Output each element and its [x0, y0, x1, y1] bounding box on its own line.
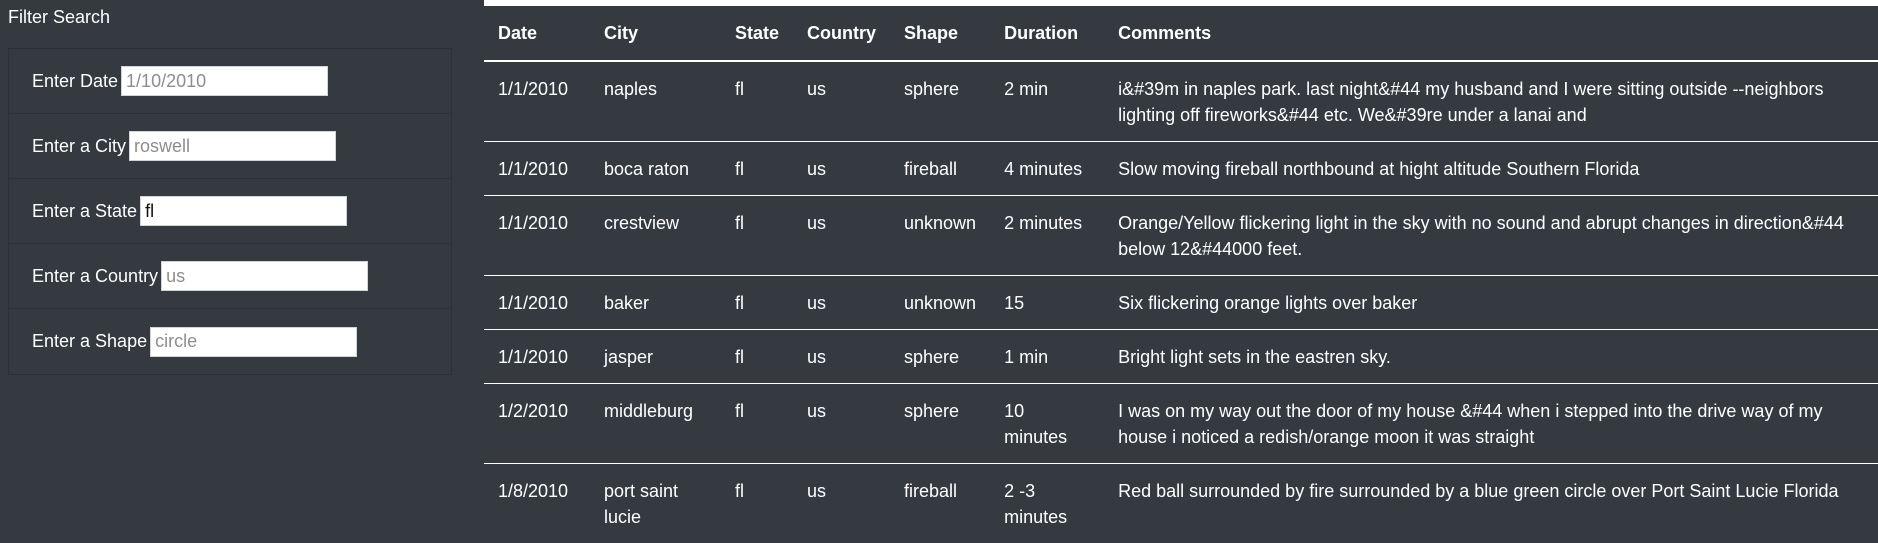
cell-state: fl: [721, 275, 794, 330]
cell-duration: 2 min: [1004, 79, 1049, 99]
cell-state: fl: [721, 329, 794, 384]
cell-comments: Slow moving fireball northbound at hight…: [1104, 141, 1878, 196]
cell-state: fl: [721, 463, 794, 543]
cell-shape: unknown: [890, 195, 991, 276]
filter-item-date: Enter Date: [9, 49, 451, 114]
cell-city: crestview: [590, 195, 721, 276]
cell-date: 1/1/2010: [498, 79, 569, 99]
filter-item-country: Enter a Country: [9, 244, 451, 309]
cell-shape: fireball: [890, 463, 991, 543]
cell-shape: sphere: [890, 329, 991, 384]
table-row: 1/1/2010 crestview fl us unknown 2 minut…: [484, 195, 1878, 276]
cell-shape: fireball: [890, 141, 991, 196]
cell-country: us: [793, 383, 891, 464]
filter-item-city: Enter a City: [9, 114, 451, 179]
header-date: Date: [484, 4, 590, 62]
ufo-sightings-table: Date City State Country Shape Duration C…: [484, 4, 1878, 543]
header-duration: Duration: [990, 4, 1105, 62]
cell-comments: i&#39m in naples park. last night&#44 my…: [1118, 79, 1824, 125]
cell-duration: 1 min: [990, 329, 1105, 384]
cell-shape: unknown: [890, 275, 991, 330]
results-panel: Date City State Country Shape Duration C…: [484, 0, 1878, 543]
table-row: 1/2/2010 middleburg fl us sphere 10 minu…: [484, 383, 1878, 464]
table-row: 1/1/2010 naples fl us sphere 2 min i&#39…: [484, 61, 1878, 142]
cell-duration: 4 minutes: [990, 141, 1105, 196]
country-filter-input[interactable]: [161, 261, 369, 291]
country-filter-label: Enter a Country: [32, 265, 159, 286]
cell-country: us: [807, 79, 827, 99]
cell-comments: Red ball surrounded by fire surrounded b…: [1104, 463, 1878, 543]
cell-duration: 15: [990, 275, 1105, 330]
cell-duration: 10 minutes: [990, 383, 1105, 464]
table-row: 1/1/2010 boca raton fl us fireball 4 min…: [484, 141, 1878, 196]
cell-comments: Orange/Yellow flickering light in the sk…: [1104, 195, 1878, 276]
cell-city: naples: [604, 79, 658, 99]
header-country: Country: [793, 4, 891, 62]
cell-date: 1/1/2010: [484, 195, 590, 276]
cell-city: baker: [590, 275, 721, 330]
cell-state: fl: [735, 79, 744, 99]
cell-state: fl: [721, 383, 794, 464]
table-header-row: Date City State Country Shape Duration C…: [484, 4, 1878, 62]
filter-search-title: Filter Search: [8, 7, 111, 27]
state-filter-label: Enter a State: [32, 200, 138, 221]
filter-list: Enter Date Enter a City Enter a State En…: [8, 48, 452, 375]
header-shape: Shape: [890, 4, 991, 62]
cell-city: middleburg: [590, 383, 721, 464]
cell-comments: I was on my way out the door of my house…: [1104, 383, 1878, 464]
cell-state: fl: [721, 195, 794, 276]
table-body: 1/1/2010 naples fl us sphere 2 min i&#39…: [484, 61, 1878, 543]
cell-date: 1/2/2010: [484, 383, 590, 464]
date-filter-label: Enter Date: [32, 70, 119, 91]
cell-country: us: [793, 275, 891, 330]
header-state: State: [721, 4, 794, 62]
cell-city: port saint lucie: [590, 463, 721, 543]
cell-country: us: [793, 329, 891, 384]
cell-date: 1/1/2010: [484, 141, 590, 196]
cell-comments: Bright light sets in the eastren sky.: [1104, 329, 1878, 384]
table-row: 1/8/2010 port saint lucie fl us fireball…: [484, 463, 1878, 543]
shape-filter-label: Enter a Shape: [32, 331, 148, 351]
state-filter-input[interactable]: [140, 196, 348, 226]
cell-country: us: [793, 463, 891, 543]
table-row: 1/1/2010 baker fl us unknown 15 Six flic…: [484, 275, 1878, 330]
cell-comments: Six flickering orange lights over baker: [1104, 275, 1878, 330]
header-city: City: [590, 4, 721, 62]
cell-duration: 2 -3 minutes: [990, 463, 1105, 543]
cell-date: 1/8/2010: [484, 463, 590, 543]
cell-date: 1/1/2010: [484, 329, 590, 384]
cell-city: jasper: [590, 329, 721, 384]
cell-duration: 2 minutes: [990, 195, 1105, 276]
table-row: 1/1/2010 jasper fl us sphere 1 min Brigh…: [484, 329, 1878, 384]
cell-city: boca raton: [590, 141, 721, 196]
cell-date: 1/1/2010: [484, 275, 590, 330]
header-comments: Comments: [1104, 4, 1878, 62]
cell-country: us: [793, 141, 891, 196]
cell-shape: sphere: [890, 383, 991, 464]
filter-sidebar: Filter Search Enter Date Enter a City En…: [0, 0, 484, 543]
cell-state: fl: [721, 141, 794, 196]
filter-item-shape: Enter a Shape: [9, 309, 451, 374]
city-filter-label: Enter a City: [32, 135, 127, 156]
cell-shape: sphere: [904, 79, 960, 99]
city-filter-input[interactable]: [129, 131, 337, 161]
cell-country: us: [793, 195, 891, 276]
date-filter-input[interactable]: [121, 66, 329, 96]
shape-filter-input[interactable]: [150, 326, 358, 357]
filter-item-state: Enter a State: [9, 179, 451, 244]
